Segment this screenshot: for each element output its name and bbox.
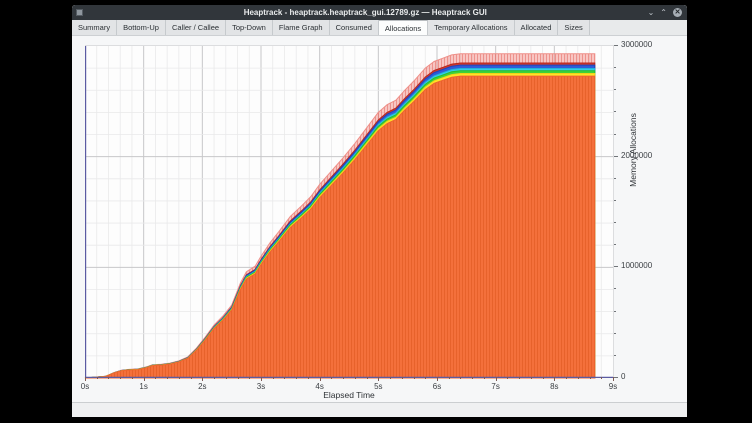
allocations-chart[interactable] (85, 45, 614, 378)
x-tick (414, 377, 415, 379)
y-axis-title: Memory Allocations (628, 90, 638, 210)
y-tick (614, 89, 616, 90)
x-tick (238, 377, 239, 379)
window-title: Heaptrack - heaptrack.heaptrack_gui.1278… (83, 5, 648, 20)
x-axis-title: Elapsed Time (85, 390, 613, 400)
y-tick (614, 355, 616, 356)
close-button[interactable]: ✕ (673, 8, 682, 17)
tab-summary[interactable]: Summary (72, 20, 117, 35)
y-tick (614, 377, 618, 378)
x-tick (308, 377, 309, 379)
x-tick (155, 377, 156, 379)
x-tick (226, 377, 227, 379)
y-tick (614, 134, 616, 135)
x-tick (472, 377, 473, 379)
x-tick (449, 377, 450, 379)
desktop: { "window": { "title": "Heaptrack - heap… (0, 0, 752, 423)
x-tick (378, 377, 379, 381)
y-tick (614, 244, 616, 245)
y-tick (614, 266, 618, 267)
x-tick (590, 377, 591, 379)
x-tick (519, 377, 520, 379)
x-tick (144, 377, 145, 381)
y-tick (614, 288, 616, 289)
y-tick (614, 45, 618, 46)
tab-bar: SummaryBottom-UpCaller / CalleeTop-DownF… (72, 20, 687, 36)
x-tick (460, 377, 461, 379)
x-tick (132, 377, 133, 379)
tab-allocations[interactable]: Allocations (379, 20, 428, 35)
x-tick (496, 377, 497, 381)
x-tick (120, 377, 121, 379)
x-tick (437, 377, 438, 381)
x-tick (425, 377, 426, 379)
tab-bottom-up[interactable]: Bottom-Up (117, 20, 166, 35)
x-tick (97, 377, 98, 379)
x-tick (531, 377, 532, 379)
x-tick (108, 377, 109, 379)
x-tick (402, 377, 403, 379)
chart-panel: 0s1s2s3s4s5s6s7s8s9s01000000200000030000… (72, 36, 687, 402)
x-tick (261, 377, 262, 381)
x-tick (167, 377, 168, 379)
tab-top-down[interactable]: Top-Down (226, 20, 273, 35)
tab-caller-callee[interactable]: Caller / Callee (166, 20, 226, 35)
x-tick (179, 377, 180, 379)
y-tick (614, 222, 616, 223)
x-tick (296, 377, 297, 379)
y-tick (614, 111, 616, 112)
x-tick (578, 377, 579, 379)
x-tick (543, 377, 544, 379)
y-tick (614, 67, 616, 68)
tab-temporary-allocations[interactable]: Temporary Allocations (428, 20, 514, 35)
x-tick (566, 377, 567, 379)
x-tick (320, 377, 321, 381)
y-tick-label-1000000: 1000000 (621, 261, 652, 271)
titlebar[interactable]: Heaptrack - heaptrack.heaptrack_gui.1278… (72, 5, 687, 20)
x-tick (484, 377, 485, 379)
heaptrack-window: Heaptrack - heaptrack.heaptrack_gui.1278… (72, 5, 687, 417)
status-bar (72, 402, 687, 417)
y-tick (614, 333, 616, 334)
x-tick (85, 377, 86, 381)
app-icon (76, 9, 83, 16)
tab-flame-graph[interactable]: Flame Graph (273, 20, 330, 35)
y-tick-label-0: 0 (621, 372, 625, 382)
maximize-button[interactable]: ⌃ (660, 8, 667, 17)
x-tick (191, 377, 192, 379)
tab-allocated[interactable]: Allocated (515, 20, 559, 35)
x-tick (355, 377, 356, 379)
x-tick (273, 377, 274, 379)
x-tick (343, 377, 344, 379)
y-tick (614, 156, 618, 157)
x-tick (331, 377, 332, 379)
minimize-button[interactable]: ⌄ (648, 8, 655, 17)
x-tick (249, 377, 250, 379)
x-tick (214, 377, 215, 379)
x-tick (390, 377, 391, 379)
y-tick (614, 178, 616, 179)
tab-consumed[interactable]: Consumed (330, 20, 379, 35)
x-tick (202, 377, 203, 381)
y-tick-label-3000000: 3000000 (621, 40, 652, 50)
tabbar-filler (590, 20, 687, 35)
window-controls: ⌄ ⌃ ✕ (648, 8, 682, 17)
chart-canvas[interactable] (85, 46, 613, 378)
tab-sizes[interactable]: Sizes (558, 20, 589, 35)
x-tick (554, 377, 555, 381)
y-tick (614, 311, 616, 312)
x-tick (284, 377, 285, 379)
x-tick (367, 377, 368, 379)
x-tick (601, 377, 602, 379)
y-tick (614, 200, 616, 201)
x-tick (507, 377, 508, 379)
